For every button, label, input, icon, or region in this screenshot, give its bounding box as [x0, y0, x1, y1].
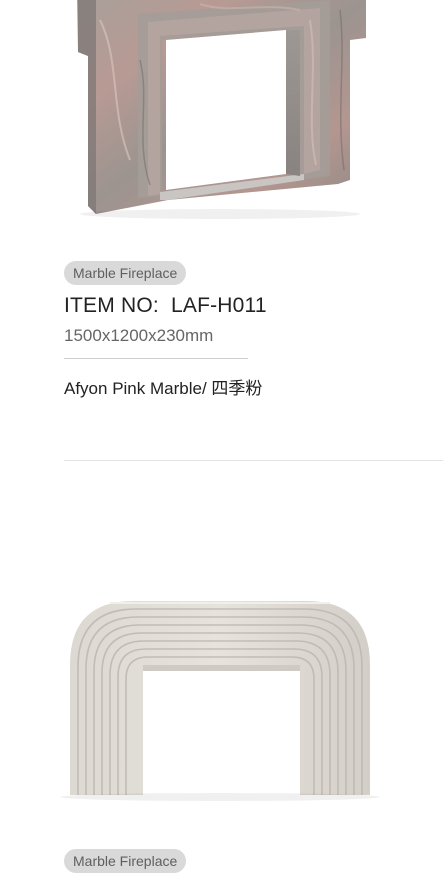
- material-name: Afyon Pink Marble/ 四季粉: [64, 379, 263, 398]
- divider: [64, 358, 248, 359]
- product-dimensions: 1500x1200x230mm: [64, 326, 214, 345]
- product-image-fluted-arch-fireplace[interactable]: [0, 585, 443, 815]
- product-image-pink-marble-fireplace[interactable]: [0, 0, 443, 240]
- category-badge: Marble Fireplace: [64, 261, 187, 285]
- category-badge: Marble Fireplace: [64, 849, 187, 873]
- item-number: ITEM NO: LAF-H011: [64, 294, 267, 317]
- product-separator: [64, 460, 443, 461]
